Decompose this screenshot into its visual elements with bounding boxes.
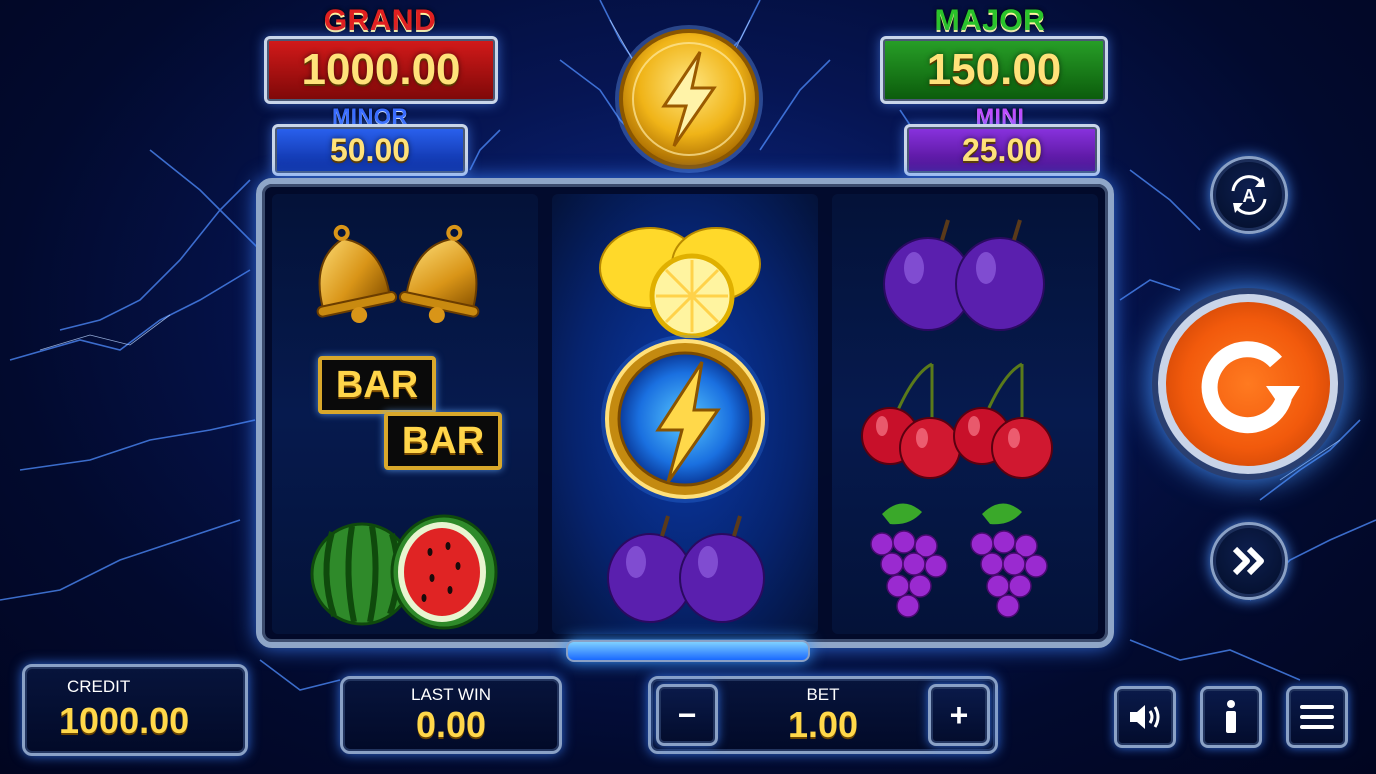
lightning-coin-icon <box>552 334 818 504</box>
autoplay-icon: A <box>1231 175 1267 215</box>
reel-right <box>832 194 1098 634</box>
lemons-icon <box>552 198 818 339</box>
reel-left: BAR BAR <box>272 194 538 634</box>
grapes-icon <box>832 494 1098 634</box>
plus-icon: + <box>949 696 969 733</box>
hamburger-menu-icon <box>1300 705 1334 729</box>
credit-value: 1000.00 <box>59 700 190 741</box>
credit-label: CREDIT <box>67 677 131 696</box>
spin-arrow-icon <box>1201 341 1300 434</box>
last-win-label: LAST WIN <box>411 685 491 704</box>
last-win-value: 0.00 <box>415 704 487 745</box>
bet-increase-button[interactable]: + <box>928 684 990 746</box>
turbo-button[interactable] <box>1210 522 1288 600</box>
watermelon-icon <box>272 494 538 634</box>
bar-label-top: BAR <box>318 356 436 414</box>
bar-label-bottom: BAR <box>384 412 502 470</box>
reels-frame: BAR BAR <box>256 178 1114 648</box>
info-button[interactable] <box>1200 686 1262 748</box>
plums-icon <box>552 502 818 632</box>
spin-button[interactable] <box>1158 294 1338 474</box>
grand-jackpot-value: 1000.00 <box>264 36 498 104</box>
minus-icon: − <box>677 696 697 733</box>
minor-jackpot-value: 50.00 <box>272 124 468 176</box>
cherries-icon <box>832 344 1098 484</box>
fast-forward-icon <box>1232 546 1264 576</box>
last-win-panel: LAST WIN 0.00 <box>340 676 562 754</box>
major-jackpot-value: 150.00 <box>880 36 1108 104</box>
mini-jackpot-value: 25.00 <box>904 124 1100 176</box>
grand-jackpot-label: GRAND <box>323 4 437 37</box>
svg-text:A: A <box>1243 186 1256 206</box>
plums-icon <box>832 204 1098 344</box>
lightning-coin-logo <box>612 22 766 176</box>
info-icon <box>1226 700 1236 733</box>
speaker-icon <box>1130 705 1160 729</box>
credit-panel: CREDIT 1000.00 <box>22 664 248 756</box>
reel-middle <box>552 194 818 634</box>
bells-icon <box>272 200 538 340</box>
bet-decrease-button[interactable]: − <box>656 684 718 746</box>
major-jackpot-label: MAJOR <box>934 4 1046 37</box>
menu-button[interactable] <box>1286 686 1348 748</box>
autoplay-button[interactable]: A <box>1210 156 1288 234</box>
reel-glow-bar <box>566 640 810 662</box>
sound-button[interactable] <box>1114 686 1176 748</box>
bar-bar-icon: BAR BAR <box>272 344 538 484</box>
